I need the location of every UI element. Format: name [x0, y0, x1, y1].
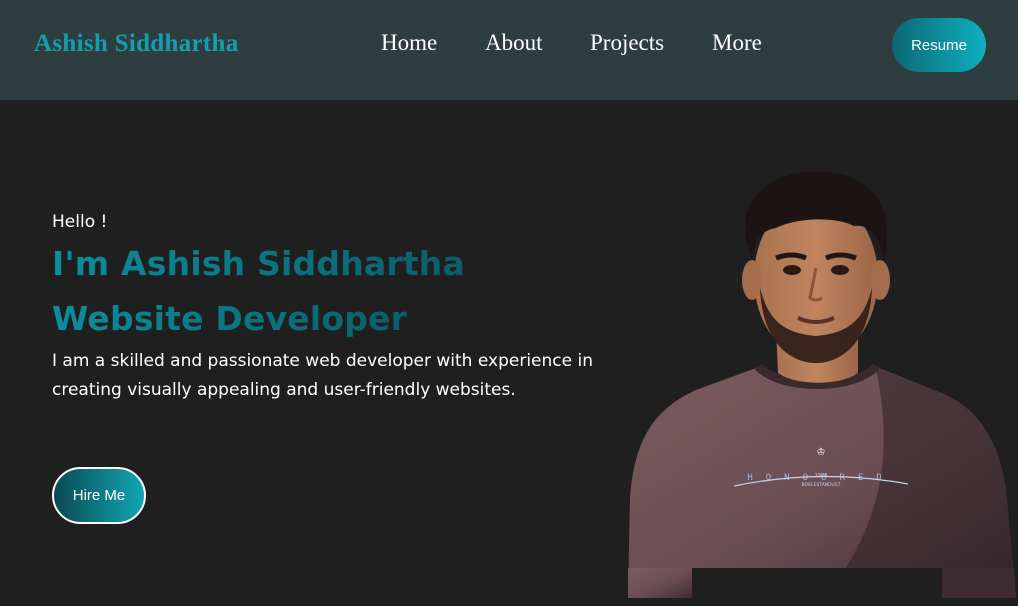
nav-about-link[interactable]: About: [485, 30, 543, 56]
crown-icon: ♔: [817, 447, 826, 458]
nav-projects-link[interactable]: Projects: [590, 30, 664, 56]
hire-me-button[interactable]: Hire Me: [52, 467, 146, 524]
shirt-print-year: 1900: [815, 473, 828, 479]
hero-description: I am a skilled and passionate web develo…: [52, 351, 593, 400]
nav-more-link[interactable]: More: [712, 30, 762, 56]
navbar: Ashish Siddhartha Home About Projects Mo…: [0, 0, 1018, 100]
brand-logo-text[interactable]: Ashish Siddhartha: [34, 30, 239, 58]
hero-greeting: Hello !: [52, 212, 108, 232]
hero-name-heading: I'm Ashish Siddhartha: [52, 244, 465, 283]
resume-button[interactable]: Resume: [892, 18, 986, 72]
shirt-print-small: BOKLESTANDUST: [802, 482, 841, 488]
profile-photo: HONOURED ♔ 1900 BOKLESTANDUST: [628, 171, 1016, 606]
nav-home-link[interactable]: Home: [381, 30, 437, 56]
hero-role-heading: Website Developer: [52, 299, 408, 338]
